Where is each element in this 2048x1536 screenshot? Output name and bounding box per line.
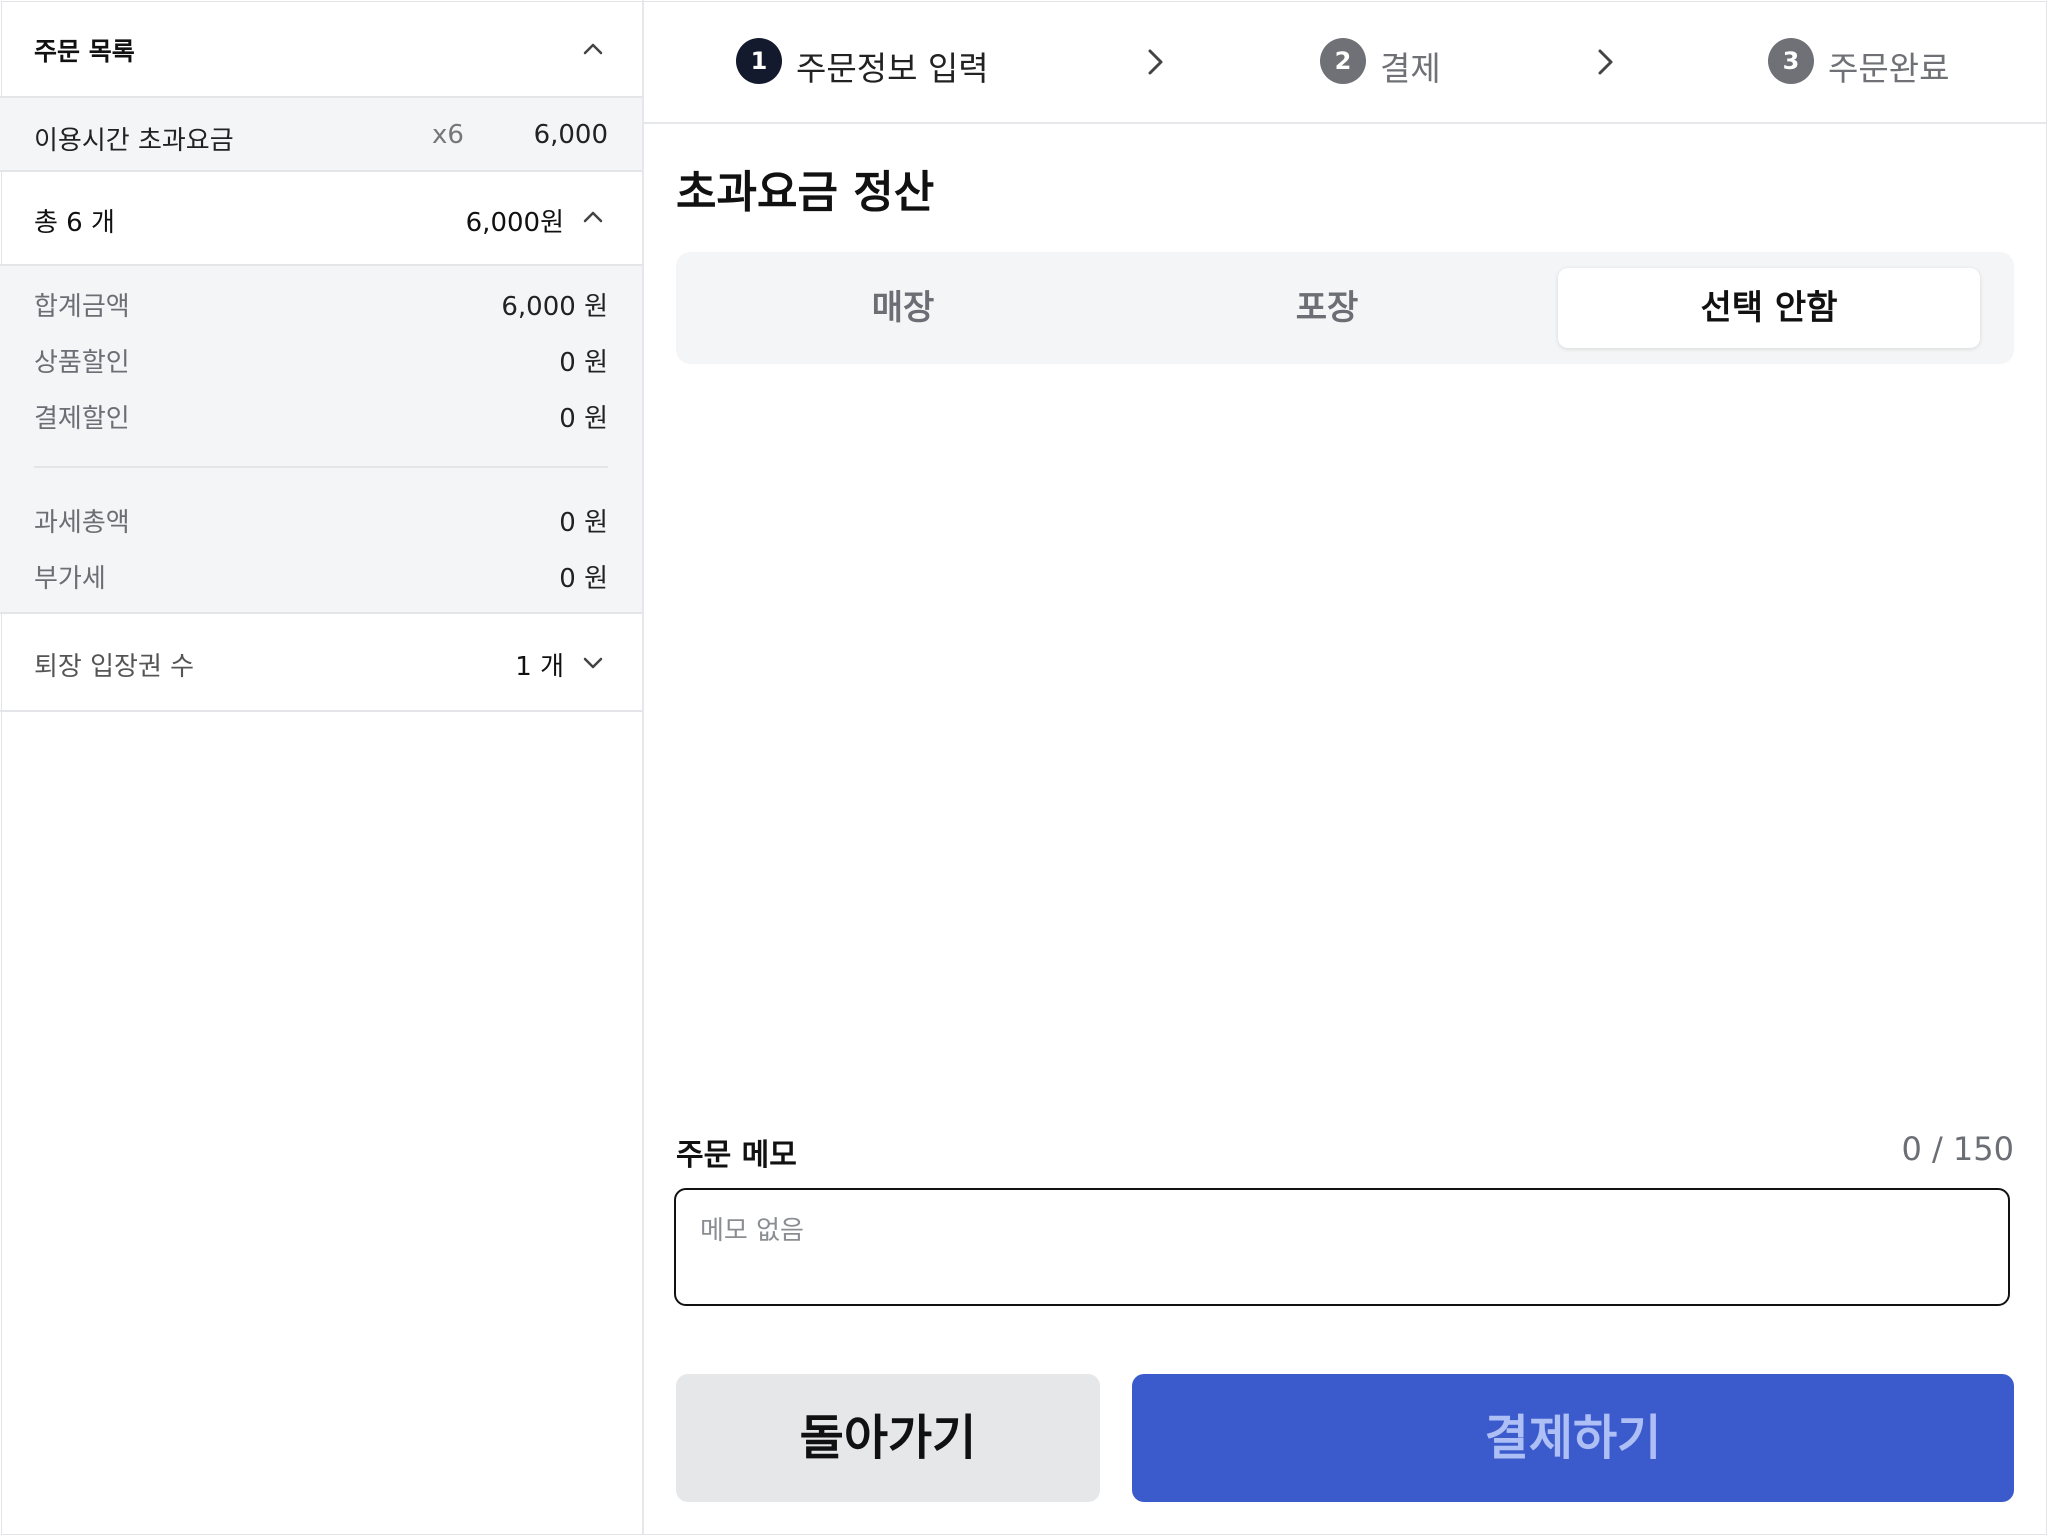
chevron-right-icon: [1598, 49, 1613, 75]
detail-row-payment-discount: 결제할인 0 원: [34, 398, 608, 438]
order-item-row: 이용시간 초과요금 x6 6,000: [0, 98, 642, 172]
detail-label: 결제할인: [34, 404, 130, 434]
item-quantity: x6: [432, 120, 464, 150]
step-label: 주문완료: [1828, 49, 1950, 88]
memo-field-container: [674, 1188, 2010, 1306]
chevron-up-icon[interactable]: [578, 34, 608, 64]
segment-dine-in[interactable]: 매장: [692, 268, 1114, 348]
exit-ticket-row[interactable]: 퇴장 입장권 수 1 개: [0, 614, 642, 712]
item-name: 이용시간 초과요금: [34, 126, 234, 156]
pay-button[interactable]: 결제하기: [1132, 1374, 2014, 1502]
detail-row-product-discount: 상품할인 0 원: [34, 342, 608, 382]
segment-takeout[interactable]: 포장: [1116, 268, 1538, 348]
order-type-segmented-control: 매장 포장 선택 안함: [676, 252, 2014, 364]
chevron-right-icon: [1148, 49, 1163, 75]
step-number-badge: 1: [736, 38, 782, 84]
detail-label: 합계금액: [34, 292, 130, 322]
detail-label: 상품할인: [34, 348, 130, 378]
memo-input[interactable]: [698, 1208, 1982, 1272]
checkout-stepper: 1 주문정보 입력 2 결제 3 주문완료: [644, 0, 2046, 124]
order-summary-panel: 주문 목록 이용시간 초과요금 x6 6,000 총 6 개 6,000원 합계…: [0, 0, 644, 1534]
memo-char-count: 0 / 150: [1901, 1130, 2014, 1168]
back-button[interactable]: 돌아가기: [676, 1374, 1100, 1502]
detail-row-subtotal: 합계금액 6,000 원: [34, 286, 608, 326]
chevron-up-icon[interactable]: [578, 202, 608, 232]
total-count: 총 6 개: [34, 208, 115, 238]
chevron-down-icon[interactable]: [578, 648, 608, 678]
exit-ticket-label: 퇴장 입장권 수: [34, 652, 195, 682]
detail-label: 과세총액: [34, 508, 130, 538]
detail-value: 0 원: [559, 508, 608, 538]
detail-value: 6,000 원: [501, 292, 608, 322]
detail-row-vat: 부가세 0 원: [34, 558, 608, 598]
divider: [34, 466, 608, 468]
detail-value: 0 원: [559, 404, 608, 434]
price-detail-section: 합계금액 6,000 원 상품할인 0 원 결제할인 0 원 과세총액 0 원 …: [0, 266, 642, 614]
segment-none[interactable]: 선택 안함: [1558, 268, 1980, 348]
detail-value: 0 원: [559, 564, 608, 594]
step-number-badge: 2: [1320, 38, 1366, 84]
order-list-title: 주문 목록: [34, 37, 135, 66]
item-price: 6,000: [533, 120, 608, 150]
detail-label: 부가세: [34, 564, 106, 594]
exit-ticket-count: 1 개: [515, 652, 564, 682]
order-list-header[interactable]: 주문 목록: [0, 0, 642, 98]
detail-row-taxable-total: 과세총액 0 원: [34, 502, 608, 542]
total-amount: 6,000원: [465, 208, 564, 238]
memo-label: 주문 메모: [676, 1138, 797, 1173]
detail-value: 0 원: [559, 348, 608, 378]
step-label: 주문정보 입력: [796, 49, 989, 88]
total-summary-row[interactable]: 총 6 개 6,000원: [0, 172, 642, 266]
step-label: 결제: [1380, 49, 1441, 88]
page-title: 초과요금 정산: [676, 167, 935, 218]
step-number-badge: 3: [1768, 38, 1814, 84]
